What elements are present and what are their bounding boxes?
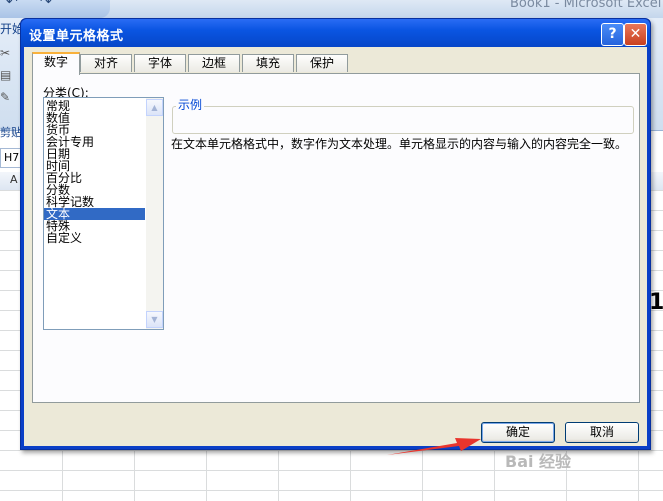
cut-icon[interactable]: ✂ xyxy=(0,46,10,60)
close-button[interactable]: ✕ xyxy=(624,23,647,46)
baidu-watermark: Bai 经验 xyxy=(505,452,572,471)
tab-fill[interactable]: 填充 xyxy=(242,54,294,72)
tab-number[interactable]: 数字 xyxy=(32,52,80,75)
column-header-a[interactable]: A xyxy=(10,173,18,186)
undo-icon[interactable]: ↶ xyxy=(6,0,18,10)
close-icon: ✕ xyxy=(629,26,642,42)
number-tab-panel: 分类(C): 常规 数值 货币 会计专用 日期 时间 百分比 分数 科学记数 文… xyxy=(32,73,640,403)
category-item-custom[interactable]: 自定义 xyxy=(44,232,145,244)
cancel-button[interactable]: 取消 xyxy=(565,422,639,443)
ok-button[interactable]: 确定 xyxy=(481,422,555,443)
quick-access-toolbar[interactable]: ↶ ↷ xyxy=(0,0,110,18)
excel-title-bar: ↶ ↷ Book1 - Microsoft Excel xyxy=(0,0,663,18)
red-arrow-annotation xyxy=(387,438,481,455)
excel-window-title: Book1 - Microsoft Excel xyxy=(510,0,662,11)
tab-font[interactable]: 字体 xyxy=(134,54,186,72)
format-description: 在文本单元格格式中，数字作为文本处理。单元格显示的内容与输入的内容完全一致。 xyxy=(171,137,628,151)
dialog-body: 数字 对齐 字体 边框 填充 保护 分类(C): 常规 数值 货币 会计专用 日… xyxy=(24,47,647,446)
format-painter-icon[interactable]: ✎ xyxy=(0,90,10,104)
cell-edge-text: 1 xyxy=(649,290,663,315)
format-cells-dialog: 设置单元格格式 ? ✕ 数字 对齐 字体 边框 填充 保护 分类(C): 常规 … xyxy=(20,18,651,450)
redo-icon[interactable]: ↷ xyxy=(40,0,52,10)
dialog-title: 设置单元格格式 xyxy=(29,29,124,44)
category-scrollbar[interactable]: ▲ ▼ xyxy=(146,98,163,329)
category-listbox[interactable]: 常规 数值 货币 会计专用 日期 时间 百分比 分数 科学记数 文本 特殊 自定… xyxy=(43,97,164,330)
tab-protection[interactable]: 保护 xyxy=(296,54,348,72)
tab-border[interactable]: 边框 xyxy=(188,54,240,72)
sample-group-box xyxy=(172,106,634,134)
scroll-down-icon[interactable]: ▼ xyxy=(146,311,163,328)
copy-icon[interactable]: ▤ xyxy=(0,68,11,82)
sample-label: 示例 xyxy=(176,96,205,113)
dialog-title-bar[interactable]: 设置单元格格式 ? ✕ xyxy=(21,19,650,47)
help-icon: ? xyxy=(608,26,617,42)
tab-alignment[interactable]: 对齐 xyxy=(80,54,132,72)
scroll-up-icon[interactable]: ▲ xyxy=(146,99,163,116)
help-button[interactable]: ? xyxy=(601,23,624,46)
